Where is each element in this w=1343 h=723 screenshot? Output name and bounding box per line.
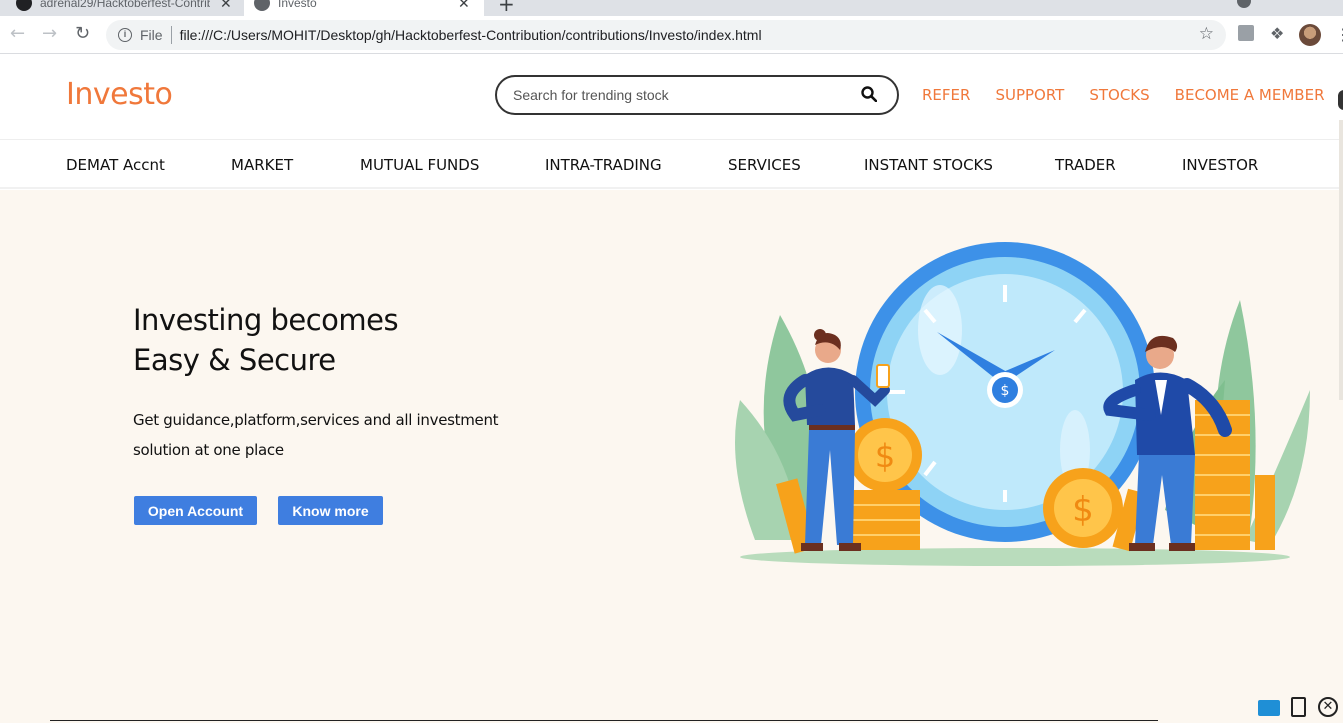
hero-title-line1: Investing becomes	[133, 303, 399, 337]
globe-icon	[254, 0, 270, 11]
github-icon	[16, 0, 32, 11]
svg-text:$: $	[1001, 383, 1010, 399]
reload-icon[interactable]: ↻	[75, 23, 90, 44]
close-circle-icon[interactable]: ✕	[1318, 697, 1338, 717]
info-icon[interactable]: i	[118, 28, 132, 42]
browser-tab-github[interactable]: adrenal29/Hacktoberfest-Contrib ✕	[6, 0, 244, 16]
site-header: Investo REFER SUPPORT STOCKS BECOME A ME…	[0, 55, 1343, 140]
page-scroll-track[interactable]	[1339, 120, 1343, 400]
tab-title: adrenal29/Hacktoberfest-Contrib	[40, 0, 210, 10]
divider	[170, 26, 172, 44]
new-tab-button[interactable]: +	[498, 0, 515, 16]
know-more-button[interactable]: Know more	[278, 496, 383, 525]
file-label: File	[140, 27, 163, 43]
folder-icon[interactable]	[1258, 700, 1280, 716]
search-input[interactable]	[513, 87, 843, 103]
nav-trader[interactable]: TRADER	[1055, 156, 1116, 174]
refer-link[interactable]: REFER	[922, 86, 970, 104]
category-nav: DEMAT Accnt MARKET MUTUAL FUNDS INTRA-TR…	[0, 141, 1343, 189]
nav-investor[interactable]: INVESTOR	[1182, 156, 1258, 174]
hero-title: Investing becomes Easy & Secure	[133, 300, 399, 380]
browser-tab-investo[interactable]: Investo ✕	[244, 0, 484, 16]
open-account-button[interactable]: Open Account	[134, 496, 257, 525]
pdf-extension-icon[interactable]	[1238, 25, 1254, 41]
browser-toolbar: ← → ↻ i File file:///C:/Users/MOHIT/Desk…	[0, 16, 1343, 54]
top-links: REFER SUPPORT STOCKS BECOME A MEMBER	[922, 86, 1343, 104]
hero-title-line2: Easy & Secure	[133, 343, 336, 377]
profile-avatar[interactable]	[1299, 24, 1321, 46]
browser-tab-strip: adrenal29/Hacktoberfest-Contrib ✕ Invest…	[0, 0, 1343, 16]
become-member-link[interactable]: BECOME A MEMBER	[1175, 86, 1325, 104]
hero-section: Investing becomes Easy & Secure Get guid…	[0, 190, 1343, 723]
close-tab-icon[interactable]: ✕	[458, 0, 470, 12]
svg-text:$: $	[1072, 490, 1094, 530]
back-arrow-icon[interactable]: ←	[10, 23, 25, 44]
support-link[interactable]: SUPPORT	[995, 86, 1064, 104]
search-icon[interactable]	[861, 86, 877, 102]
bookmark-star-icon[interactable]: ☆	[1199, 24, 1214, 44]
url-text[interactable]: file:///C:/Users/MOHIT/Desktop/gh/Hackto…	[180, 27, 762, 43]
divider	[50, 720, 1158, 721]
clipboard-icon[interactable]	[1291, 697, 1306, 717]
nav-intra-trading[interactable]: INTRA-TRADING	[545, 156, 662, 174]
hero-description: Get guidance,platform,services and all i…	[133, 411, 499, 459]
nav-market[interactable]: MARKET	[231, 156, 293, 174]
tab-search-icon[interactable]	[1237, 0, 1251, 8]
hero-illustration: $ $ $	[735, 242, 1310, 566]
tab-title: Investo	[278, 0, 317, 10]
page-scroll-handle[interactable]	[1338, 90, 1343, 110]
address-bar[interactable]: i File file:///C:/Users/MOHIT/Desktop/gh…	[106, 20, 1226, 50]
nav-mutual-funds[interactable]: MUTUAL FUNDS	[360, 156, 479, 174]
close-tab-icon[interactable]: ✕	[220, 0, 232, 12]
puzzle-extensions-icon[interactable]: ❖	[1270, 24, 1284, 43]
nav-services[interactable]: SERVICES	[728, 156, 801, 174]
forward-arrow-icon[interactable]: →	[42, 23, 57, 44]
nav-demat[interactable]: DEMAT Accnt	[66, 156, 165, 174]
svg-text:$: $	[875, 437, 895, 475]
menu-kebab-icon[interactable]: ⋮	[1335, 25, 1343, 44]
site-logo[interactable]: Investo	[66, 77, 173, 112]
search-bar	[495, 75, 899, 115]
nav-instant-stocks[interactable]: INSTANT STOCKS	[864, 156, 993, 174]
stocks-link[interactable]: STOCKS	[1089, 86, 1149, 104]
